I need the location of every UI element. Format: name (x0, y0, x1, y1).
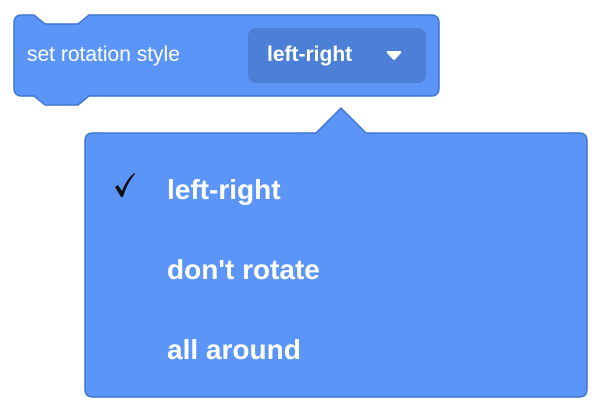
stage: set rotation style left-right left-right… (0, 0, 612, 418)
menu-item-label: all around (167, 334, 301, 365)
dropdown-menu: left-right don't rotate all around (85, 133, 587, 397)
dropdown-selected-value: left-right (267, 43, 353, 66)
checkmark-icon (115, 173, 135, 197)
menu-item-left-right[interactable]: left-right (85, 149, 587, 229)
rotation-style-dropdown[interactable]: left-right (248, 28, 426, 83)
caret-down-icon (386, 51, 402, 61)
menu-item-label: left-right (167, 174, 281, 205)
menu-item-label: don't rotate (167, 254, 320, 285)
menu-item-dont-rotate[interactable]: don't rotate (85, 229, 587, 309)
block-label: set rotation style (27, 43, 180, 66)
menu-item-all-around[interactable]: all around (85, 309, 587, 389)
